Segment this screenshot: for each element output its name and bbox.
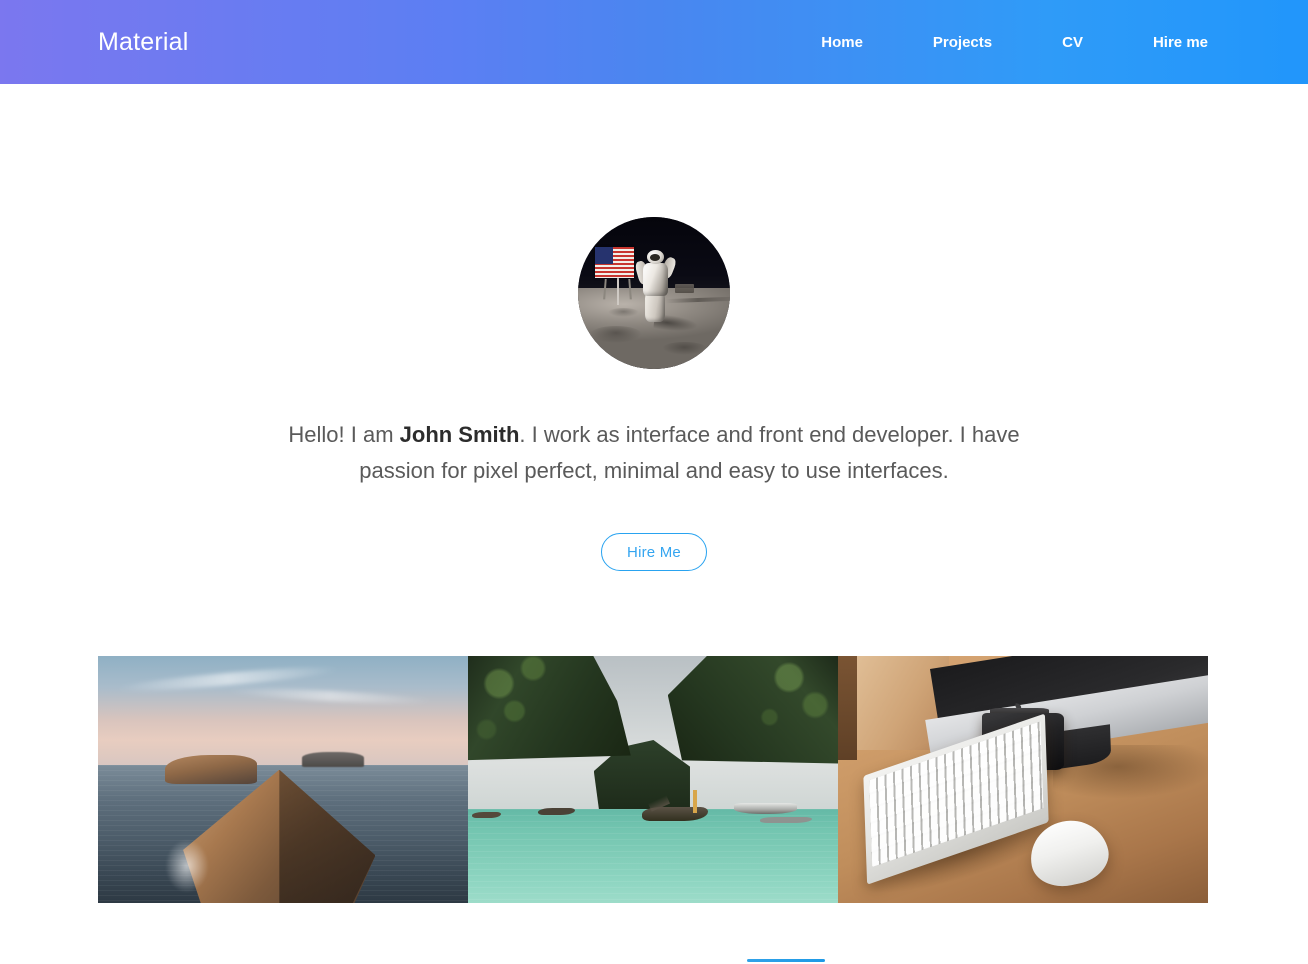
speed-boat [734,802,798,815]
longtail-boat [471,811,502,819]
left-cliff-foliage [468,656,624,810]
lunar-rover [675,283,694,293]
right-cliff-foliage [675,656,838,810]
hire-me-button[interactable]: Hire Me [601,533,707,571]
turquoise-water [468,809,838,903]
primary-navigation: Home Projects CV Hire me [821,35,1208,50]
distant-island [301,752,365,768]
us-flag-icon [594,247,635,278]
gallery-item-sea-cliffs[interactable] [98,656,468,903]
nav-link-hire-me[interactable]: Hire me [1153,35,1208,50]
gallery-item-desk-workspace[interactable] [838,656,1208,903]
nav-link-cv[interactable]: CV [1062,35,1083,50]
intro-text-before-name: Hello! I am [288,422,400,447]
mid-island [164,754,258,785]
flag-base [602,278,633,300]
person-name: John Smith [399,422,520,447]
moon-crater [590,326,642,344]
photo-gallery [98,656,1208,903]
gallery-item-tropical-lagoon[interactable] [468,656,838,903]
hero-section: Hello! I am John Smith. I work as interf… [0,84,1308,571]
nav-link-home[interactable]: Home [821,35,863,50]
avatar [578,217,730,369]
brand-logo[interactable]: Material [98,29,189,55]
hero-intro-text: Hello! I am John Smith. I work as interf… [274,417,1034,489]
astronaut-legs [644,293,665,322]
site-header: Material Home Projects CV Hire me [0,0,1308,84]
sea-foam [164,838,209,894]
section-title-underline [747,959,825,962]
wall-shadow [838,656,857,760]
nav-link-projects[interactable]: Projects [933,35,992,50]
astronaut-torso [642,262,669,297]
